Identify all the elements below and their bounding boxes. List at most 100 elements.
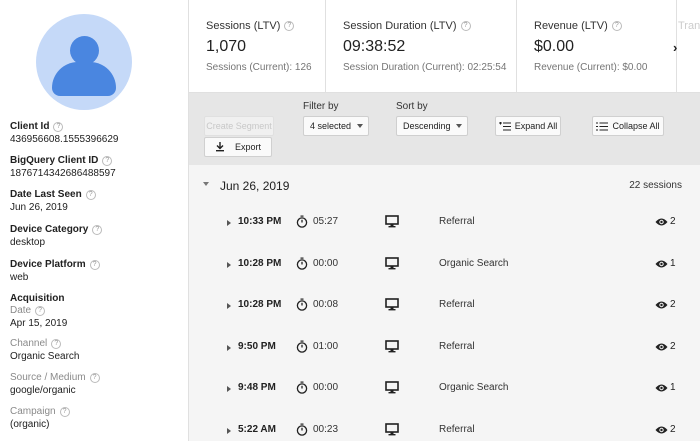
acquisition-date-field: Date? Apr 15, 2019 [10,305,67,329]
session-duration: 00:00 [313,257,339,269]
day-session-count: 22 sessions [629,180,682,191]
device-platform-value: web [10,272,29,283]
sort-value: Descending [403,121,451,131]
list-icon [596,122,609,130]
help-icon[interactable]: ? [53,121,64,132]
session-duration: 01:00 [313,340,339,352]
caret-right-icon[interactable] [227,427,231,434]
desktop-icon [385,381,399,394]
caret-down-icon [456,124,462,128]
acquisition-title: Acquisition [10,293,65,304]
desktop-icon [385,339,399,352]
help-icon[interactable]: ? [59,406,70,417]
export-label: Export [234,142,261,152]
help-icon[interactable]: ? [611,21,622,31]
help-icon[interactable]: ? [284,21,295,31]
device-category-value: desktop [10,237,46,248]
chevron-right-icon[interactable]: › [673,40,677,55]
session-row[interactable]: 10:28 PM 00:00 Organic Search 1 [189,245,700,286]
client-id-value: 436956608.1555396629 [10,134,119,145]
collapse-all-button[interactable]: Collapse All [592,116,664,136]
eye-icon [655,218,668,226]
metric-value: 09:38:52 [343,38,406,55]
help-icon[interactable]: ? [92,224,103,235]
day-group-header[interactable]: Jun 26, 2019 22 sessions [189,165,700,203]
help-icon[interactable]: ? [85,189,96,200]
device-platform-label: Device Platform [10,259,86,270]
collapse-all-label: Collapse All [612,121,660,131]
expand-all-button[interactable]: Expand All [495,116,561,136]
help-icon[interactable]: ? [460,21,471,31]
acquisition-source-label: Source / Medium [10,372,86,383]
help-icon[interactable]: ? [35,305,46,316]
metric-title: Revenue (LTV) [534,20,608,32]
session-time: 10:28 PM [238,299,282,310]
session-row[interactable]: 10:33 PM 05:27 Referral 2 [189,203,700,244]
acquisition-campaign-label: Campaign [10,406,56,417]
sort-dropdown[interactable]: Descending [396,116,468,136]
metric-subtext: Sessions (Current): 126 [206,62,312,73]
metric-title: Sessions (LTV) [206,20,281,32]
session-duration: 00:00 [313,382,339,393]
caret-right-icon[interactable] [227,303,231,309]
metric-subtext: Revenue (Current): $0.00 [534,62,648,73]
eye-icon [655,301,668,309]
expand-list-icon [498,121,511,130]
date-last-seen-label: Date Last Seen [10,189,82,200]
desktop-icon [385,422,399,435]
bigquery-client-id-field: BigQuery Client ID? 1876714342686488597 [10,155,116,179]
acquisition-date-value: Apr 15, 2019 [10,318,68,329]
expand-all-label: Expand All [514,121,558,131]
session-pageviews: 2 [670,423,676,435]
help-icon[interactable]: ? [89,372,100,383]
day-date: Jun 26, 2019 [220,179,290,193]
help-icon[interactable]: ? [102,155,113,166]
session-time: 10:33 PM [238,216,282,227]
session-row[interactable]: 10:28 PM 00:08 Referral 2 [189,286,700,327]
acquisition-source-field: Source / Medium? google/organic [10,372,100,396]
session-time: 10:28 PM [238,257,282,269]
date-last-seen-field: Date Last Seen? Jun 26, 2019 [10,189,96,213]
session-row[interactable]: 5:22 AM 00:23 Referral 2 [189,411,700,441]
acquisition-source-value: google/organic [10,385,76,396]
metric-value: $0.00 [534,38,575,55]
device-platform-field: Device Platform? web [10,259,100,283]
session-pageviews: 1 [670,382,676,393]
download-icon [215,142,224,152]
acquisition-campaign-value: (organic) [10,419,50,430]
avatar-icon [36,14,132,110]
create-segment-button[interactable]: Create Segment [204,116,274,136]
session-toolbar: Create Segment Export Filter by 4 select… [189,93,700,165]
acquisition-channel-value: Organic Search [10,351,80,362]
caret-right-icon[interactable] [227,261,231,268]
session-channel: Referral [439,216,475,227]
session-channel: Organic Search [439,257,509,269]
session-row[interactable]: 9:50 PM 01:00 Referral 2 [189,328,700,369]
filter-dropdown[interactable]: 4 selected [303,116,369,136]
metrics-strip: Sessions (LTV)? 1,070 Sessions (Current)… [189,0,700,93]
filter-label: Filter by [303,101,339,112]
caret-right-icon[interactable] [227,220,231,226]
session-duration: 00:08 [313,299,339,310]
session-channel: Referral [439,423,475,435]
desktop-icon [385,215,399,228]
caret-down-icon [357,124,363,128]
timer-icon [296,298,308,311]
caret-right-icon[interactable] [227,344,231,351]
metric-value: 1,070 [206,38,247,55]
device-category-label: Device Category [10,224,89,235]
help-icon[interactable]: ? [89,259,100,270]
eye-icon [655,384,668,392]
acquisition-channel-field: Channel? Organic Search [10,338,79,362]
session-row[interactable]: 9:48 PM 00:00 Organic Search 1 [189,369,700,410]
metric-revenue: Revenue (LTV)? $0.00 Revenue (Current): … [517,0,677,92]
caret-down-icon [203,182,209,186]
metric-session-duration: Session Duration (LTV)? 09:38:52 Session… [326,0,517,92]
session-pageviews: 2 [670,340,676,352]
session-time: 9:50 PM [238,340,276,352]
eye-icon [655,426,668,433]
export-button[interactable]: Export [204,137,272,157]
acquisition-campaign-field: Campaign? (organic) [10,406,70,430]
caret-right-icon[interactable] [227,386,231,392]
help-icon[interactable]: ? [51,338,62,349]
